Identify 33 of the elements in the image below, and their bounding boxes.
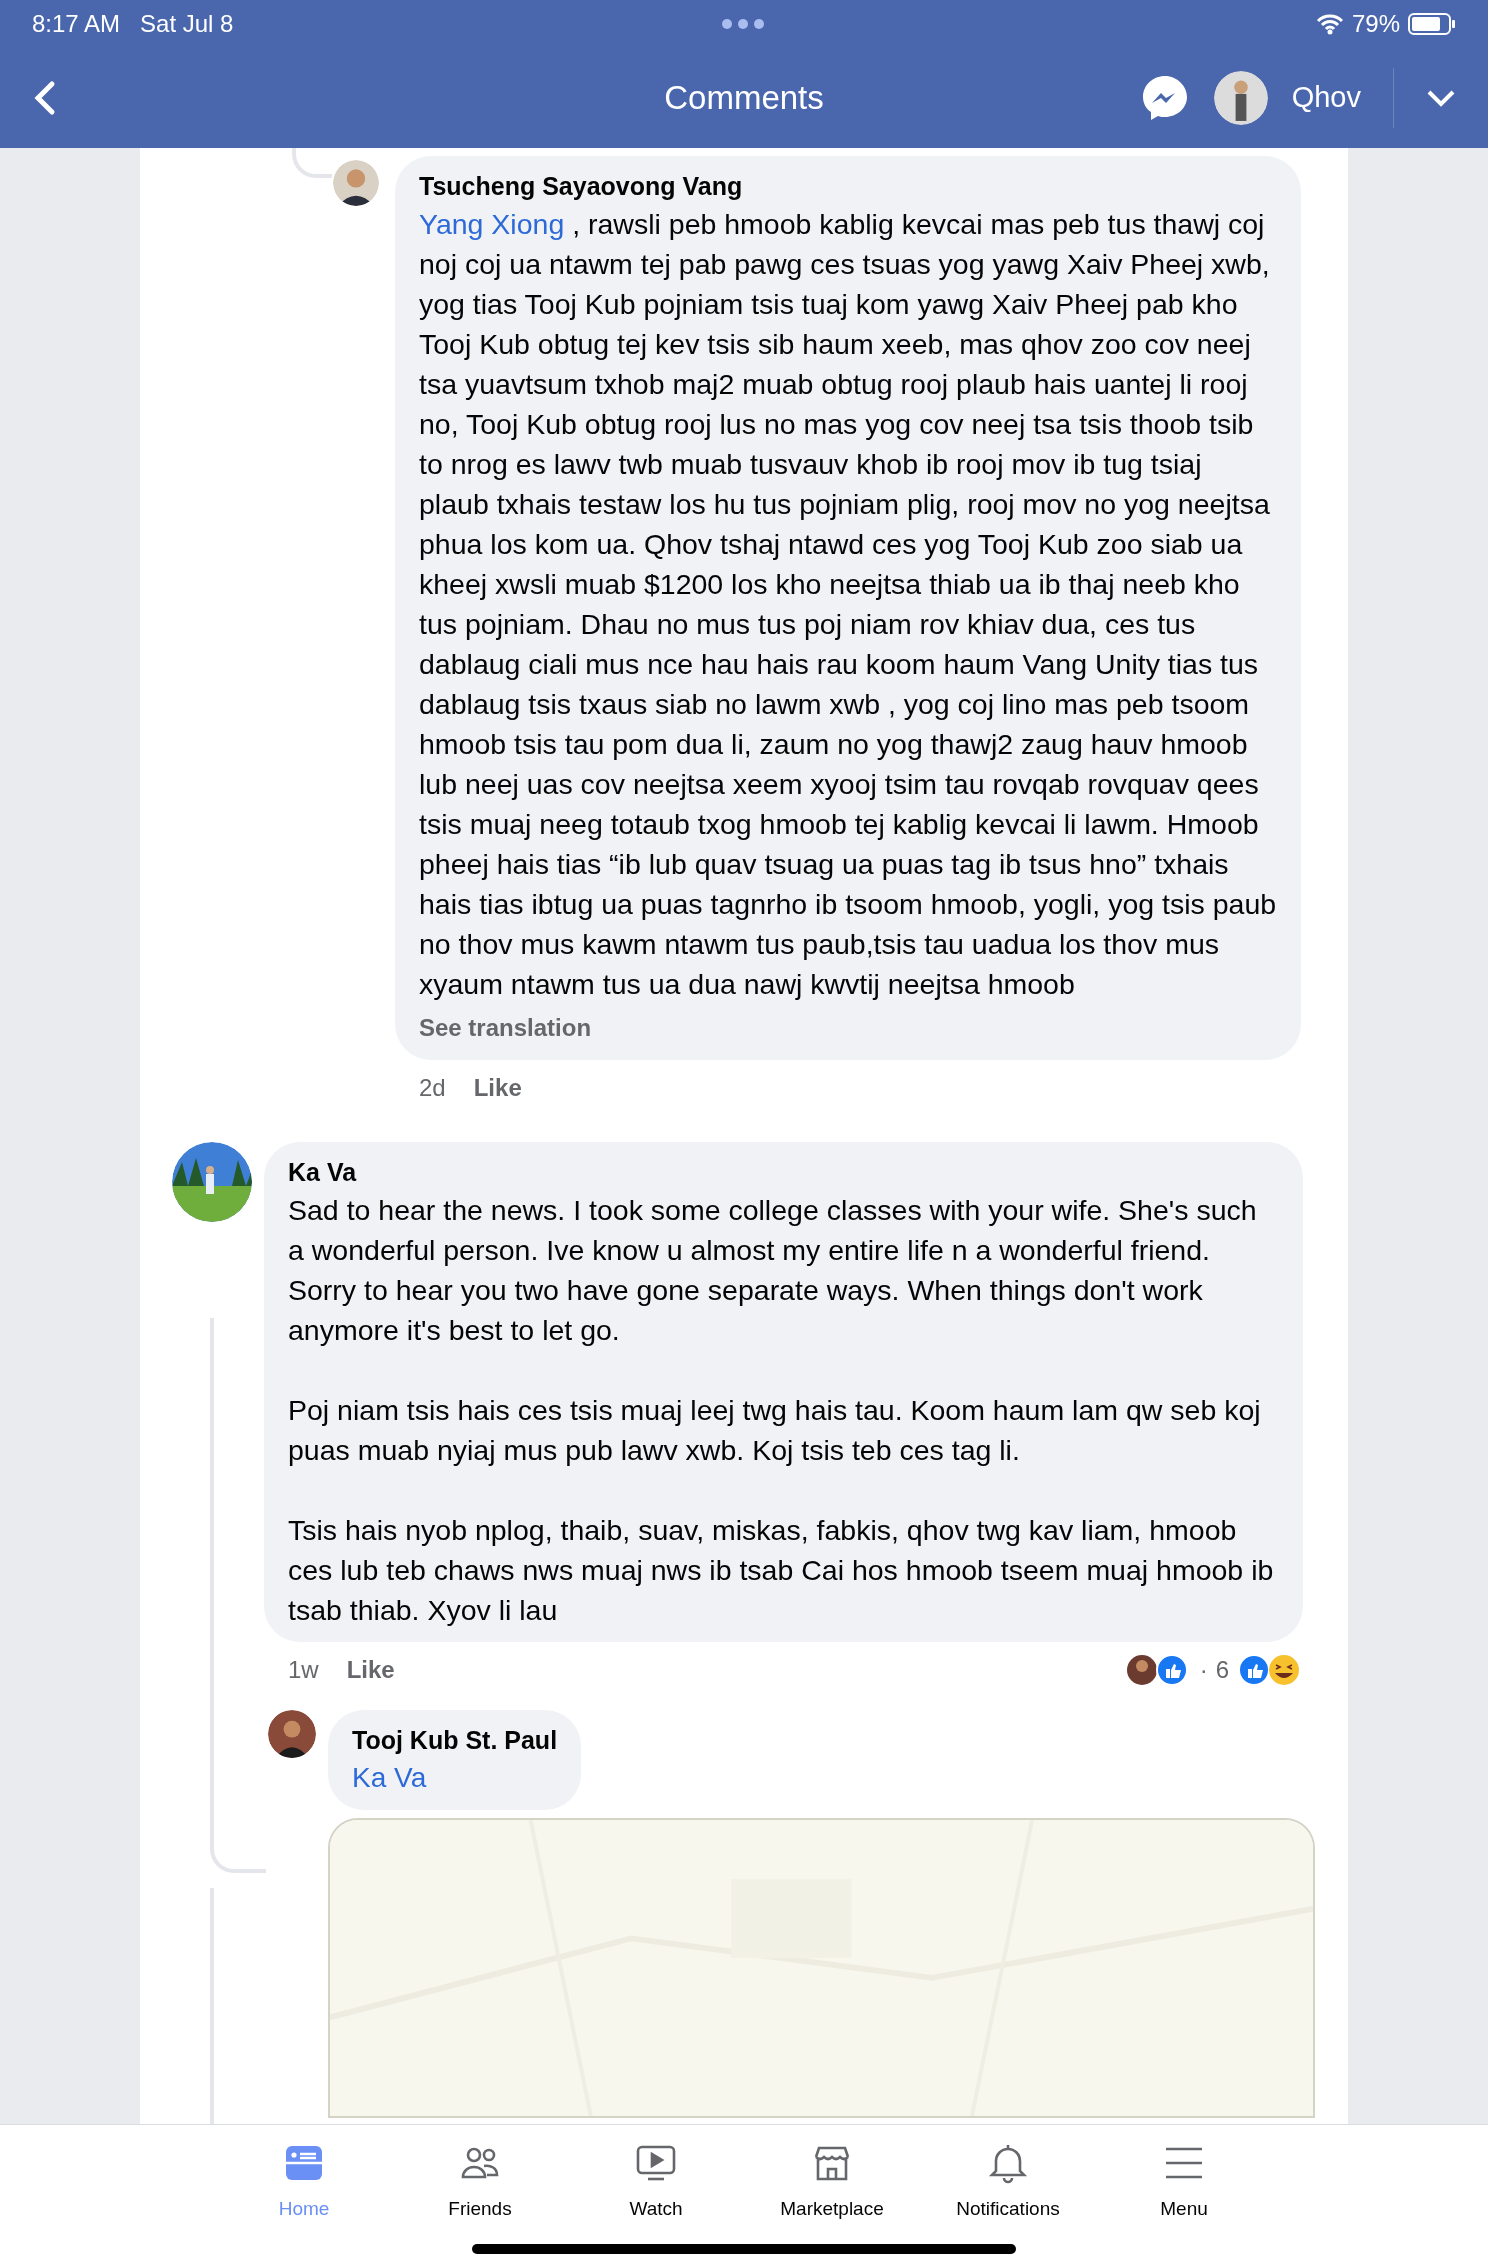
- reaction-count[interactable]: 6: [1215, 1652, 1229, 1688]
- avatar[interactable]: [268, 1710, 316, 1758]
- author-name[interactable]: Ka Va: [288, 1154, 1279, 1190]
- battery-percent: 79%: [1351, 9, 1400, 39]
- dots-icon: [721, 18, 766, 30]
- mention-link[interactable]: Yang Xiong: [419, 208, 565, 240]
- timestamp: 2d: [419, 1073, 446, 1103]
- reaction-separator: ·: [1199, 1655, 1208, 1685]
- author-name[interactable]: Tooj Kub St. Paul: [352, 1722, 558, 1758]
- status-date: Sat Jul 8: [140, 9, 234, 39]
- chevron-down-icon[interactable]: [1426, 88, 1456, 108]
- tab[interactable]: Notifications: [920, 2139, 1096, 2224]
- comment-text: Sad to hear the news. I took some college classes with your wife. She's such a wonderful person. Ive know u almost my entire life n a wonderful friend. Sorry to hear you two have gone separate ways. When things don't work anymore it's best to let go.: [288, 1193, 1258, 1348]
- avatar[interactable]: [333, 160, 379, 206]
- wifi-icon: [1315, 13, 1344, 35]
- timestamp: 1w: [288, 1655, 319, 1685]
- comment-text: Yang Xiong , rawsli peb hmoob kablig kevcai mas peb tus thawj coj noj coj ua ntawm tej pab pawg ces tsuas yog yawg Xaiv Pheej xwb, yog tias Tooj Kub pojniam tsis tuaj kom yawg Xaiv Pheej pab kho Tooj Kub obtug tej kev tsis sib haum xeeb, mas qhov zoo cov neej tsa yuavtsum txhob maj2 muab obtug rooj plaub hais uantej li rooj no, Tooj Kub obtug rooj lus no mas yog cov neej tsa tsis thoob tsib to nrog es lawv twb muab tusvauv khob ib rooj mov ib tug tsiaj plaub txhais testaw los hu tus pojniam plig, rooj mov no yog neejtsa phua los kom ua. Qhov tshaj ntawd ces yog Tooj Kub zoo siab ua kheej xwsli muab $1200 los kho neejtsa thiab ua ib thaj neeb kho tus pojniam. Dhau no mus tus poj niam rov khiav dua, ces tus dablaug ciali mus nce hau hais rau koom haum Vang Unity tias tus dablaug tsis txaus siab no lawm xwb , yog coj lino mas peb tsoom hmoob tsis tau pom dua li, zaum no yog thawj2 zaug hauv hmoob lub neej uas cov neejtsa xeem xyooj tsim tau rovqab rovquav qees tsis muaj neeg totaub txog hmoob tej kablig kevcai li lawm. Hmoob pheej hais tias “ib lub quav tsuag ua puas tag ib tsus hno” txhais hais tias ibtug ua puas tagnrho ib tsoom hmoob, yogli, yog tsis paub no thov mus kawm ntawm tus paub,tsis tau uadua los thov mus xyaum ntawm tus ua dua nawj kwvtij neejtsa hmoob: [419, 207, 1277, 1002]
- see-translation-link[interactable]: See translation: [419, 1008, 1277, 1048]
- status-time: 8:17 AM: [32, 9, 121, 39]
- like-button[interactable]: Like: [346, 1652, 395, 1688]
- user-name[interactable]: Qhov: [1291, 76, 1361, 120]
- battery-icon: [1408, 12, 1456, 36]
- tab[interactable]: Menu: [1096, 2139, 1272, 2224]
- tab[interactable]: Friends: [392, 2139, 568, 2224]
- comment-text: Tsis hais nyob nplog, thaib, suav, miskas, fabkis, qhov twg kav liam, hmoob ces lub teb chaws nws muaj nws ib tsab Cai hos hmoob tseem muaj hmoob ib tsab thiab. Xyov li lau: [288, 1513, 1275, 1628]
- page-title: Comments: [664, 78, 824, 119]
- comment-text: Poj niam tsis hais ces tsis muaj leej twg hais tau. Koom haum lam qw seb koj puas muab nyiaj mus pub lawv xwb. Koj tsis teb ces tag li.: [288, 1393, 1262, 1468]
- tab[interactable]: Marketplace: [744, 2139, 920, 2224]
- tab[interactable]: Watch: [568, 2139, 744, 2224]
- like-button[interactable]: Like: [473, 1070, 522, 1106]
- thread-line: [292, 148, 332, 178]
- author-name[interactable]: Tsucheng Sayaovong Vang: [419, 168, 1277, 204]
- mention-link[interactable]: Ka Va: [352, 1758, 558, 1798]
